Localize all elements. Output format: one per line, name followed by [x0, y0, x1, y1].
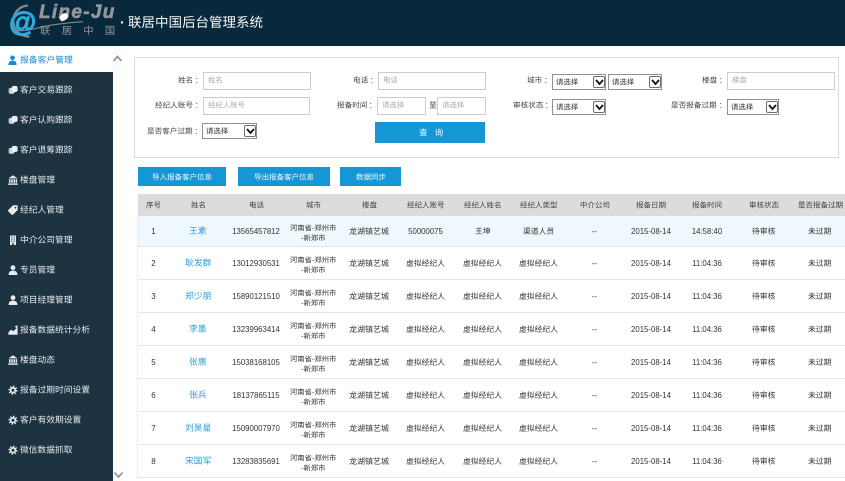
- svg-text:@: @: [9, 6, 36, 37]
